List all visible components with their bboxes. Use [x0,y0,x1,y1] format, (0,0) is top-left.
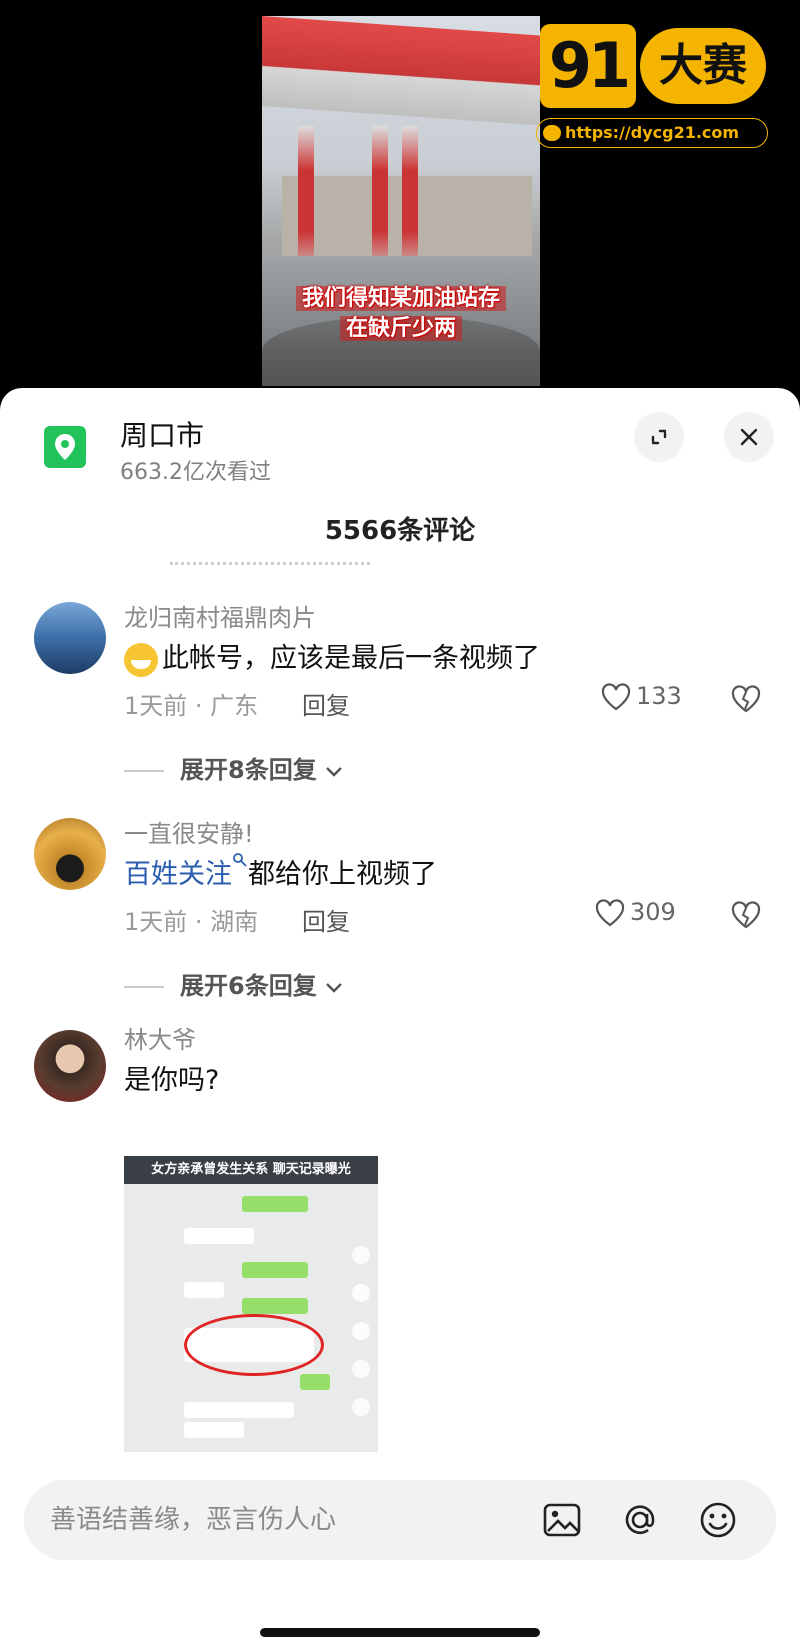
comment-username[interactable]: 林大爷 [124,1020,196,1055]
comment-image[interactable]: 女方亲承曾发生关系 聊天记录曝光 [124,1156,378,1452]
close-button[interactable] [724,412,774,462]
chat-bubble [242,1262,308,1278]
location-views: 663.2亿次看过 [120,460,271,485]
chat-bubble [184,1402,294,1418]
canopy-pillar [402,126,418,276]
screen: 我们得知某加油站存 在缺斤少两 91 大赛 https://dycg21.com… [0,0,800,1651]
mention-icon[interactable] [620,1500,660,1540]
video-player[interactable]: 我们得知某加油站存 在缺斤少两 [262,16,540,386]
comment-sheet: 周口市 663.2亿次看过 5566条评论 龙归南村福鼎肉片 此帐号，应该是最后… [0,388,800,1651]
divider [124,986,164,988]
emoji-icon[interactable] [698,1500,738,1540]
comment-count: 5566条评论 [324,516,476,546]
red-circle-annotation [184,1314,324,1376]
watermark-url: https://dycg21.com [536,118,768,148]
divider [124,770,164,772]
expand-icon [651,429,667,445]
image-icon[interactable] [542,1500,582,1540]
video-subtitle: 我们得知某加油站存 在缺斤少两 [286,284,516,344]
chat-bubble [242,1196,308,1212]
chevron-down-icon [326,767,342,777]
watermark-url-text: https://dycg21.com [565,123,740,142]
canopy-pillar [298,126,314,276]
home-indicator[interactable] [260,1628,540,1637]
dislike-button[interactable] [730,900,762,934]
expand-replies[interactable]: 展开6条回复 [124,966,343,1001]
comment-username[interactable]: 龙归南村福鼎肉片 [124,598,316,633]
avatar[interactable] [34,1030,106,1102]
like-button[interactable]: 133 [600,682,682,712]
like-count: 309 [630,898,676,926]
comment-text-content: 都给你上视频了 [248,859,437,890]
comment-text-content: 此帐号，应该是最后一条视频了 [162,643,540,674]
comment-username[interactable]: 一直很安静! [124,814,254,849]
expand-replies-label: 展开8条回复 [180,756,317,784]
comment-input[interactable] [50,1498,510,1542]
canopy-pillar [372,126,388,276]
www-icon [543,125,561,141]
watermark-logo: 91 大赛 [540,24,766,108]
comment-text: 此帐号，应该是最后一条视频了 [124,636,540,677]
location-pin-icon [44,426,86,468]
location-title[interactable]: 周口市 [120,414,204,454]
expand-replies[interactable]: 展开8条回复 [124,750,343,785]
grin-emoji-icon [124,642,158,677]
comment-meta: 1天前 · 湖南 [124,908,259,936]
heart-icon [601,683,631,711]
reply-button[interactable]: 回复 [302,686,350,721]
broken-heart-icon [731,901,761,929]
image-caption: 女方亲承曾发生关系 聊天记录曝光 [124,1156,378,1184]
chat-bubble [242,1298,308,1314]
comment-text: 百姓关注 都给你上视频了 [124,852,437,891]
close-icon [740,428,758,446]
chevron-down-icon [326,983,342,993]
chat-bubble [184,1228,254,1244]
gas-station-canopy [262,16,540,126]
avatar[interactable] [34,818,106,890]
avatar[interactable] [34,602,106,674]
like-button[interactable]: 309 [594,898,676,928]
topic-link[interactable]: 百姓关注 [124,859,232,890]
clipped-text [170,562,370,568]
dislike-button[interactable] [730,684,762,718]
comment-meta: 1天前 · 广东 [124,692,259,720]
reply-button[interactable]: 回复 [302,902,350,937]
like-count: 133 [636,682,682,710]
heart-icon [595,899,625,927]
search-icon [233,853,247,867]
video-side-actions [352,1246,372,1426]
subtitle-line-2: 在缺斤少两 [339,316,462,341]
chat-bubble [184,1422,244,1438]
comment-input-bar [24,1480,776,1560]
logo-text: 大赛 [640,28,766,104]
expand-button[interactable] [634,412,684,462]
chat-bubble [184,1282,224,1298]
subtitle-line-1: 我们得知某加油站存 [295,286,506,311]
expand-replies-label: 展开6条回复 [180,972,317,1000]
comment-text: 是你吗? [124,1065,220,1096]
logo-number: 91 [540,24,636,108]
broken-heart-icon [731,685,761,713]
chat-bubble [300,1374,330,1390]
